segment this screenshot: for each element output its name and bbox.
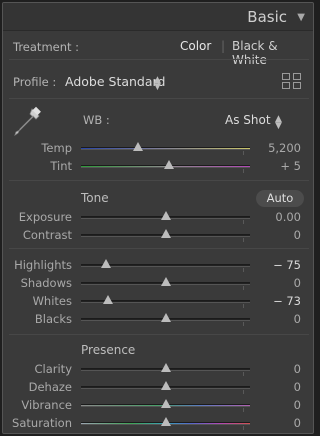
saturation-value[interactable]: 0 (294, 416, 301, 430)
blacks-label: Blacks (34, 312, 72, 326)
whites-label: Whites (32, 294, 72, 308)
tint-slider-knob[interactable] (163, 160, 174, 169)
blacks-slider-knob[interactable] (160, 313, 171, 322)
highlights-label: Highlights (14, 258, 72, 272)
vibrance-slider-knob[interactable] (160, 399, 171, 408)
treatment-separator: | (221, 39, 226, 53)
grid-icon[interactable] (282, 73, 302, 90)
dehaze-slider-knob[interactable] (160, 381, 171, 390)
shadows-slider-knob[interactable] (160, 277, 171, 286)
saturation-slider-row: Saturation 0 (3, 414, 313, 432)
highlights-value[interactable]: − 75 (273, 258, 301, 272)
eyedropper-icon[interactable] (12, 105, 44, 139)
contrast-label: Contrast (22, 228, 72, 242)
tone-title: Tone (81, 191, 109, 205)
contrast-slider-knob[interactable] (160, 229, 171, 238)
shadows-value[interactable]: 0 (294, 276, 301, 290)
divider (9, 248, 309, 249)
profile-dropdown[interactable]: Adobe Standard (65, 74, 165, 89)
temp-slider-knob[interactable] (133, 142, 144, 151)
exposure-value[interactable]: 0.00 (275, 210, 301, 224)
exposure-label: Exposure (18, 210, 72, 224)
whites-value[interactable]: − 73 (273, 294, 301, 308)
shadows-slider-row: Shadows 0 (3, 274, 313, 292)
divider (9, 180, 309, 181)
temp-value[interactable]: 5,200 (268, 141, 301, 155)
contrast-slider-row: Contrast 0 (3, 226, 313, 244)
tint-label: Tint (50, 159, 72, 173)
exposure-slider-row: Exposure 0.00 (3, 208, 313, 226)
panel-title: Basic (247, 8, 287, 26)
temp-slider-row: Temp 5,200 (3, 139, 313, 157)
updown-icon[interactable]: ▼ (275, 121, 282, 131)
treatment-color-button[interactable]: Color (180, 39, 211, 53)
auto-button[interactable]: Auto (256, 190, 304, 207)
tint-value[interactable]: + 5 (280, 159, 301, 173)
triangle-down-icon[interactable]: ▼ (297, 12, 305, 23)
tint-slider-row: Tint + 5 (3, 157, 313, 175)
dehaze-slider-row: Dehaze 0 (3, 378, 313, 396)
vibrance-slider-row: Vibrance 0 (3, 396, 313, 414)
blacks-slider-row: Blacks 0 (3, 310, 313, 328)
divider (9, 334, 309, 335)
saturation-slider-knob[interactable] (160, 417, 171, 426)
highlights-slider-knob[interactable] (101, 259, 112, 268)
temp-label: Temp (41, 141, 72, 155)
panel-header[interactable]: Basic ▼ (3, 3, 313, 31)
basic-panel: Basic ▼ Treatment : Color | Black & Whit… (2, 2, 314, 434)
clarity-label: Clarity (34, 362, 72, 376)
profile-label: Profile : (13, 75, 57, 89)
clarity-slider-knob[interactable] (160, 363, 171, 372)
dehaze-value[interactable]: 0 (294, 380, 301, 394)
temp-slider[interactable] (81, 147, 250, 155)
highlights-slider-row: Highlights − 75 (3, 256, 313, 274)
wb-dropdown[interactable]: As Shot (225, 113, 271, 127)
saturation-label: Saturation (12, 416, 72, 430)
shadows-label: Shadows (20, 276, 72, 290)
treatment-label: Treatment : (13, 40, 80, 54)
treatment-bw-button[interactable]: Black & White (232, 39, 313, 67)
contrast-value[interactable]: 0 (294, 228, 301, 242)
vibrance-label: Vibrance (21, 398, 72, 412)
whites-slider-row: Whites − 73 (3, 292, 313, 310)
presence-title: Presence (81, 343, 136, 357)
vibrance-value[interactable]: 0 (294, 398, 301, 412)
wb-label: WB : (83, 113, 110, 127)
exposure-slider-knob[interactable] (160, 211, 171, 220)
dehaze-label: Dehaze (28, 380, 72, 394)
divider (9, 98, 309, 99)
whites-slider-knob[interactable] (103, 295, 114, 304)
clarity-slider-row: Clarity 0 (3, 360, 313, 378)
blacks-value[interactable]: 0 (294, 312, 301, 326)
divider (9, 59, 309, 60)
updown-icon[interactable]: ▼ (154, 82, 161, 92)
clarity-value[interactable]: 0 (294, 362, 301, 376)
